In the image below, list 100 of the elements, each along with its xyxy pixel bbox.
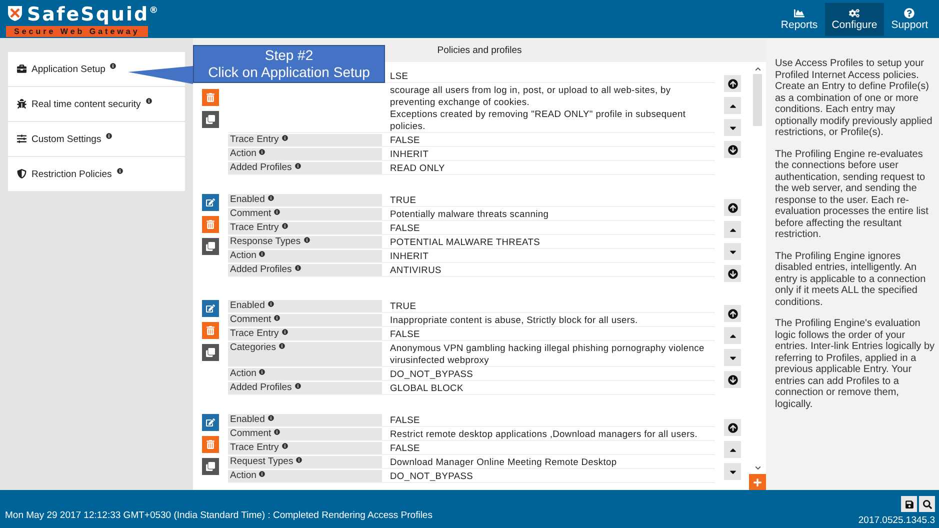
field-value: GLOBAL BLOCK [390,382,464,394]
move-top-button[interactable] [724,419,741,436]
info-icon [282,329,288,335]
info-icon [259,471,266,477]
field-value: FALSE [390,222,421,234]
copy-button[interactable] [202,111,219,128]
gears-icon [849,8,860,19]
sidebar-item[interactable]: Application Setup [8,52,185,86]
copy-button[interactable] [202,458,219,475]
chevron-down-icon [754,465,760,471]
move-up-button[interactable] [724,97,741,114]
info-icon [282,135,288,141]
field-value: FALSE [390,328,421,340]
search-button[interactable] [919,496,935,512]
move-up-button[interactable] [724,441,741,458]
plus-icon [753,478,762,486]
copy-button[interactable] [202,344,219,361]
move-up-button[interactable] [724,327,741,344]
field-label: Trace Entry [230,134,279,146]
trash-icon [206,326,215,335]
search-icon [922,500,932,508]
info-icon [106,133,112,139]
sidebar-item-label: Application Setup [32,64,106,74]
trash-icon [206,440,215,449]
trash-icon [206,220,215,229]
field-label: Action [230,368,256,380]
save-icon [904,500,914,508]
edit-icon [206,198,215,207]
move-bottom-button[interactable] [724,371,741,388]
field-value: FALSE [390,414,421,426]
field-value: LSE [390,70,410,82]
move-down-button[interactable] [724,349,741,366]
info-icon [304,237,310,243]
move-bottom-button[interactable] [724,265,741,282]
sliders-icon [17,134,26,144]
field-value: DO_NOT_BYPASS [390,470,474,482]
edit-button[interactable] [202,300,219,317]
add-button[interactable] [749,474,766,490]
field-value: Download Manager Online Meeting Remote Desktop [390,456,618,468]
delete-button[interactable] [202,322,219,339]
info-icon [278,343,285,349]
field-label: Trace Entry [230,442,279,454]
sidebar-item[interactable]: Real time content security [8,87,185,121]
move-top-button[interactable] [724,305,741,322]
save-button[interactable] [901,496,917,512]
move-up-button[interactable] [724,221,741,238]
move-down-button[interactable] [724,119,741,136]
delete-button[interactable] [202,89,219,106]
info-icon [116,168,123,174]
field-label: Enabled [230,300,265,312]
callout-text: Step #2 [264,47,314,64]
field-value: scourage all users from log in, post, or upload to all web-sites, by preventing exchange of cookies. [390,84,672,108]
info-icon [294,383,301,389]
scroll-thumb[interactable] [753,74,762,126]
field-value: Restrict remote desktop applications ,Download managers for all users. [390,428,699,440]
move-down-button[interactable] [724,243,741,260]
callout-text: Click on Application Setup [208,64,370,81]
sidebar-item-label: Real time content security [32,98,141,110]
field-value: Anonymous VPN gambling hacking illegal phishing pornography violence virusinfected webproxy [390,342,706,366]
info-icon [259,369,266,375]
field-label: Added Profiles [230,162,292,174]
sidebar-item[interactable]: Custom Settings [8,122,185,156]
nav-item[interactable]: Configure [824,3,884,36]
info-icon [282,223,288,229]
move-top-button[interactable] [724,199,741,216]
nav-item[interactable]: Support [884,3,935,36]
edit-button[interactable] [202,194,219,211]
field-value: TRUE [390,300,418,312]
bug-icon [17,99,26,109]
info-icon [259,149,266,155]
field-value: Inappropriate content is abuse, Strictly block for all users. [390,314,639,326]
move-top-button[interactable] [724,75,741,92]
edit-icon [206,418,215,427]
field-value: POTENTIAL MALWARE THREATS [390,236,541,248]
field-label: Request Types [230,456,294,468]
help-paragraph: The Profiling Engine ignores disabled entries, intelligently. An entry is applicable to a connection only if it meets ALL the specified conditions. [775,250,927,308]
field-label: Action [230,470,256,482]
field-value: DO_NOT_BYPASS [390,368,474,380]
edit-button[interactable] [202,414,219,431]
field-label: Enabled [230,194,265,206]
help-paragraph: The Profiling Engine re-evaluates the connections before user authentication, sending request to the web server, and sending the response to the user. Each re-evaluation processes the entire list before affecting the resultant restriction. [775,148,930,240]
field-value: TRUE [390,194,418,206]
field-value: INHERIT [390,148,430,160]
delete-button[interactable] [202,216,219,233]
info-icon [294,163,301,169]
info-icon [282,443,288,449]
copy-button[interactable] [202,238,219,255]
edit-icon [206,304,215,313]
move-bottom-button[interactable] [724,141,741,158]
sidebar-item[interactable]: Restriction Policies [8,157,185,191]
nav-item[interactable]: Reports [774,3,825,36]
field-label: Added Profiles [230,382,292,394]
delete-button[interactable] [202,436,219,453]
field-label: Trace Entry [230,328,279,340]
info-icon [274,209,280,215]
info-icon [294,265,301,271]
chart-icon [794,8,805,19]
trash-icon [206,93,215,102]
move-down-button[interactable] [724,463,741,480]
chevron-up-icon [754,66,760,72]
